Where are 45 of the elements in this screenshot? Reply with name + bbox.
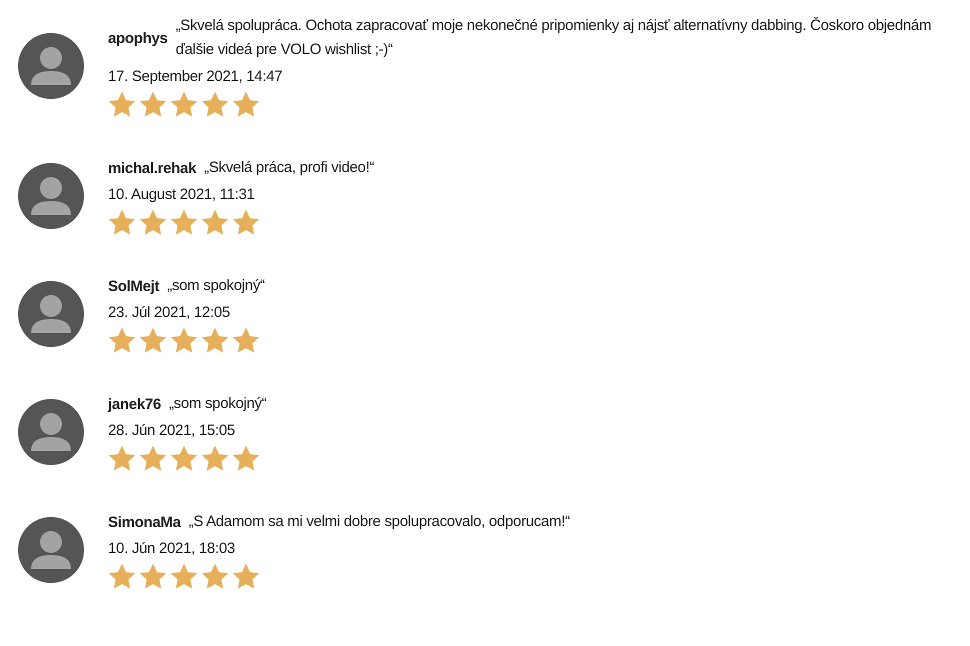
star-icon <box>201 563 229 590</box>
star-icon <box>232 563 260 590</box>
review-comment: „S Adamom sa mi velmi dobre spolupracovalo, odporucam!“ <box>188 512 570 532</box>
star-icon <box>170 327 198 354</box>
star-icon <box>201 327 229 354</box>
star-icon <box>170 563 198 590</box>
star-icon <box>232 209 260 236</box>
user-name: apophys <box>108 30 168 46</box>
star-icon <box>201 209 229 236</box>
review-date: 23. Júl 2021, 12:05 <box>108 304 231 321</box>
user-name: janek76 <box>108 396 161 412</box>
review-comment: „som spokojný“ <box>168 394 266 414</box>
star-icon <box>108 209 136 236</box>
avatar-icon <box>18 33 84 99</box>
user-name: SolMejt <box>108 278 160 294</box>
star-icon <box>170 445 198 472</box>
star-icon <box>170 209 198 236</box>
review-date: 10. August 2021, 11:31 <box>108 186 256 203</box>
star-icon <box>108 327 136 354</box>
user-name: michal.rehak <box>108 160 196 176</box>
star-icon <box>139 445 167 472</box>
avatar-icon <box>18 399 84 465</box>
review-comment: „Skvelá spolupráca. Ochota zapracovať moje nekonečné pripomienky aj nájsť alternatívny dabbing. Čoskoro objednám ďalšie videá pre VOLO wishlist ;-)“ <box>176 16 932 60</box>
star-icon <box>232 91 260 118</box>
avatar-icon <box>18 517 84 583</box>
star-icon <box>201 445 229 472</box>
star-icon <box>232 327 260 354</box>
star-icon <box>170 91 198 118</box>
avatar-icon <box>18 281 84 347</box>
review-date: 17. September 2021, 14:47 <box>108 68 284 85</box>
star-icon <box>139 209 167 236</box>
review-date: 10. Jún 2021, 18:03 <box>108 540 236 557</box>
star-icon <box>232 445 260 472</box>
star-icon <box>201 91 229 118</box>
review-comment: „Skvelá práca, profi video!“ <box>204 158 374 178</box>
star-icon <box>108 563 136 590</box>
user-name: SimonaMa <box>108 514 181 530</box>
review-date: 28. Jún 2021, 15:05 <box>108 422 236 439</box>
star-icon <box>108 91 136 118</box>
avatar-icon <box>18 163 84 229</box>
star-icon <box>108 445 136 472</box>
review-comment: „som spokojný“ <box>167 276 265 296</box>
star-icon <box>139 563 167 590</box>
star-icon <box>139 91 167 118</box>
star-icon <box>139 327 167 354</box>
